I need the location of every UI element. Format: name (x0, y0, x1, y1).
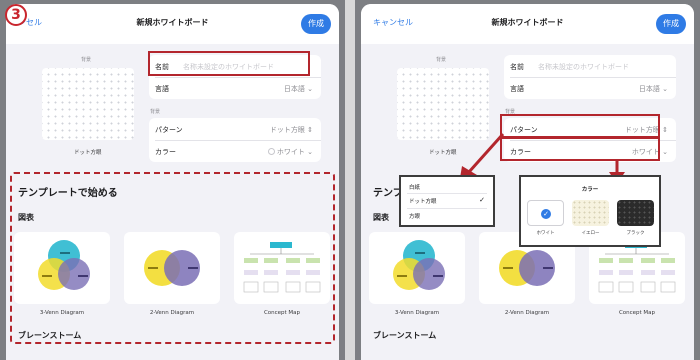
background-label: 背景 (81, 57, 92, 63)
sheet-title: 新規ホワイトボード (136, 18, 209, 27)
language-value-text: 日本語 (283, 85, 305, 93)
color-swatch-yellow[interactable] (572, 200, 609, 226)
color-picker-title: カラー (581, 187, 599, 193)
chevron-down-icon: ⌄ (307, 148, 313, 156)
language-value: 日本語 ⌄ (284, 84, 313, 94)
pattern-row[interactable]: パターン ドット方眼 ⇕ (149, 118, 321, 140)
name-field-highlight (148, 51, 310, 76)
step-number-badge: 3 (5, 4, 27, 26)
language-label: 言語 (155, 85, 169, 93)
language-row[interactable]: 言語 日本語 ⌄ (149, 77, 321, 99)
color-value: ホワイト ⌄ (267, 147, 313, 157)
white-swatch-icon (267, 148, 275, 155)
color-option-label: ホワイト (536, 231, 555, 236)
pattern-arrow-shaft (467, 132, 505, 174)
selected-check-icon: ✓ (541, 209, 551, 219)
color-label: カラー (155, 148, 176, 156)
pattern-option-blank[interactable]: 白紙 (409, 183, 420, 191)
sheet-top-bar: ンセル 新規ホワイトボード 作成 (6, 4, 339, 44)
chevron-updown-icon: ⇕ (307, 126, 313, 134)
color-row[interactable]: カラー ホワイト ⌄ (149, 140, 321, 162)
background-preview[interactable] (42, 68, 134, 140)
checkmark-icon: ✓ (479, 196, 485, 204)
pattern-dropdown: 白紙 ドット方眼 ✓ 方眼 (399, 175, 495, 227)
color-swatch-black[interactable] (617, 200, 654, 226)
color-option-label: ブラック (626, 231, 645, 236)
pattern-label: パターン (155, 126, 183, 134)
pattern-caption: ドット方眼 (74, 150, 102, 156)
pattern-color-group: パターン ドット方眼 ⇕ カラー ホワイト ⌄ (149, 118, 321, 162)
color-picker: カラー ✓ ホワイト イエロー ブラック (519, 175, 661, 247)
color-option-label: イエロー (581, 231, 600, 236)
divider (407, 208, 487, 209)
chevron-down-icon: ⌄ (307, 85, 313, 93)
pattern-value-text: ドット方眼 (269, 126, 305, 134)
templates-highlight (10, 172, 335, 344)
pattern-option-dot-grid[interactable]: ドット方眼 (409, 197, 437, 205)
divider (407, 193, 487, 194)
create-button[interactable]: 作成 (301, 14, 331, 34)
right-screenshot: キャンセル 新規ホワイトボード 作成 背景 ドット方眼 名前 名称未設定のホワイ… (355, 0, 700, 360)
background-section-label: 背景 (150, 109, 161, 115)
color-swatch-white[interactable]: ✓ (527, 200, 564, 226)
left-screenshot: ンセル 新規ホワイトボード 作成 背景 ドット方眼 名前 名称未設定のホワイトボ… (0, 0, 345, 360)
pattern-option-grid[interactable]: 方眼 (409, 212, 420, 220)
color-value-text: ホワイト (276, 148, 305, 156)
pattern-value: ドット方眼 ⇕ (270, 125, 313, 135)
